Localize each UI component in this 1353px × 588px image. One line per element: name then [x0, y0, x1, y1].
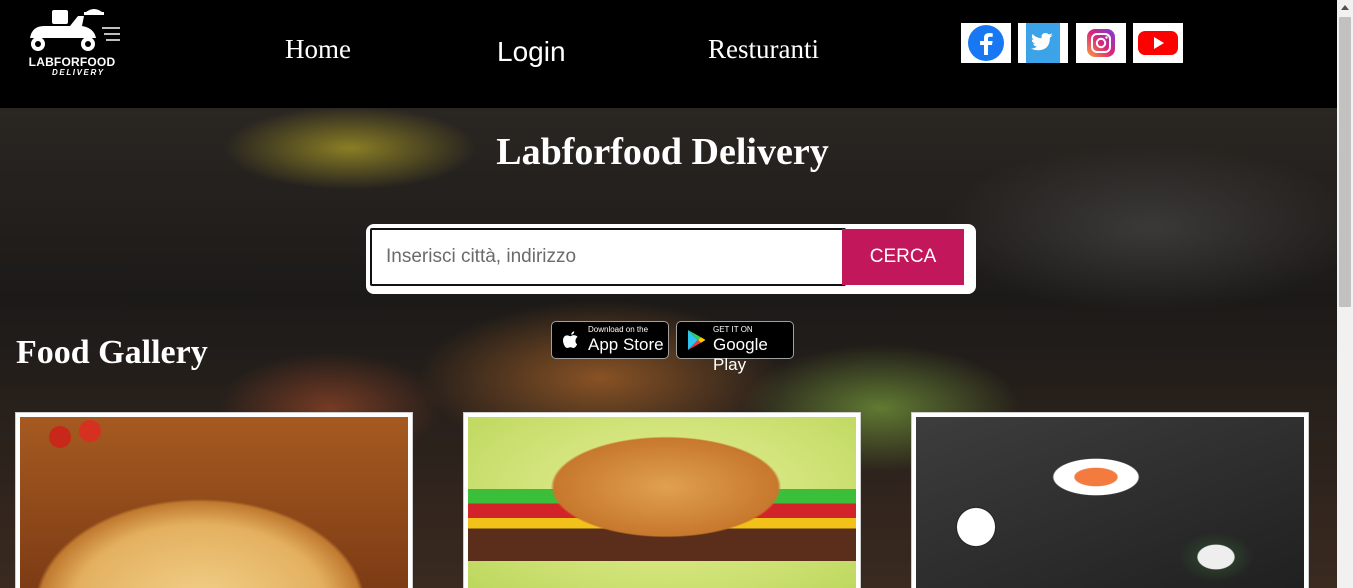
youtube-button[interactable] [1133, 23, 1183, 63]
gallery-item-burger[interactable] [463, 412, 861, 588]
logo-name: LABFORFOOD [28, 55, 116, 69]
site-title: Labforfood Delivery [496, 131, 829, 173]
burger-image [468, 417, 856, 588]
nav-restaurants-link[interactable]: Resturanti [708, 34, 819, 65]
google-play-badge-label: Google Play [713, 335, 768, 374]
app-store-badge[interactable]: Download on the App Store [551, 321, 669, 359]
google-play-badge-small-text: GET IT ON [713, 325, 753, 334]
address-search-input[interactable] [370, 228, 846, 286]
twitter-icon [1026, 23, 1060, 63]
instagram-icon [1087, 29, 1115, 57]
google-play-badge[interactable]: GET IT ON Google Play [676, 321, 794, 374]
app-store-badge-small-text: Download on the [588, 325, 649, 334]
sushi-image [916, 417, 1304, 588]
food-gallery-heading: Food Gallery [16, 334, 208, 371]
google-play-icon [688, 330, 706, 350]
facebook-button[interactable] [961, 23, 1011, 63]
instagram-button[interactable] [1076, 23, 1126, 63]
youtube-icon [1138, 31, 1178, 55]
gallery-item-sushi[interactable] [911, 412, 1309, 588]
twitter-button[interactable] [1018, 23, 1068, 63]
scrollbar-thumb[interactable] [1339, 17, 1351, 307]
nav-home-link[interactable]: Home [285, 34, 351, 65]
labforfood-logo[interactable]: LABFORFOOD DELIVERY [22, 4, 122, 80]
search-button[interactable]: CERCA [842, 229, 964, 285]
apple-icon [563, 331, 578, 348]
nav-login-link[interactable]: Login [497, 36, 566, 68]
search-form: CERCA [366, 224, 976, 294]
app-store-badge-label: App Store [588, 335, 664, 354]
scroll-up-arrow-icon[interactable] [1337, 0, 1353, 16]
facebook-icon [968, 25, 1004, 61]
gallery-item-pizza[interactable] [15, 412, 413, 588]
hero-banner: Labforfood Delivery CERCA Download on th… [0, 108, 1337, 588]
logo-subtitle: DELIVERY [52, 68, 105, 77]
vertical-scrollbar[interactable] [1337, 0, 1353, 588]
top-navigation-bar: LABFORFOOD DELIVERY Home Login Resturant… [0, 0, 1337, 108]
scooter-icon [30, 9, 120, 51]
pizza-image [20, 417, 408, 588]
